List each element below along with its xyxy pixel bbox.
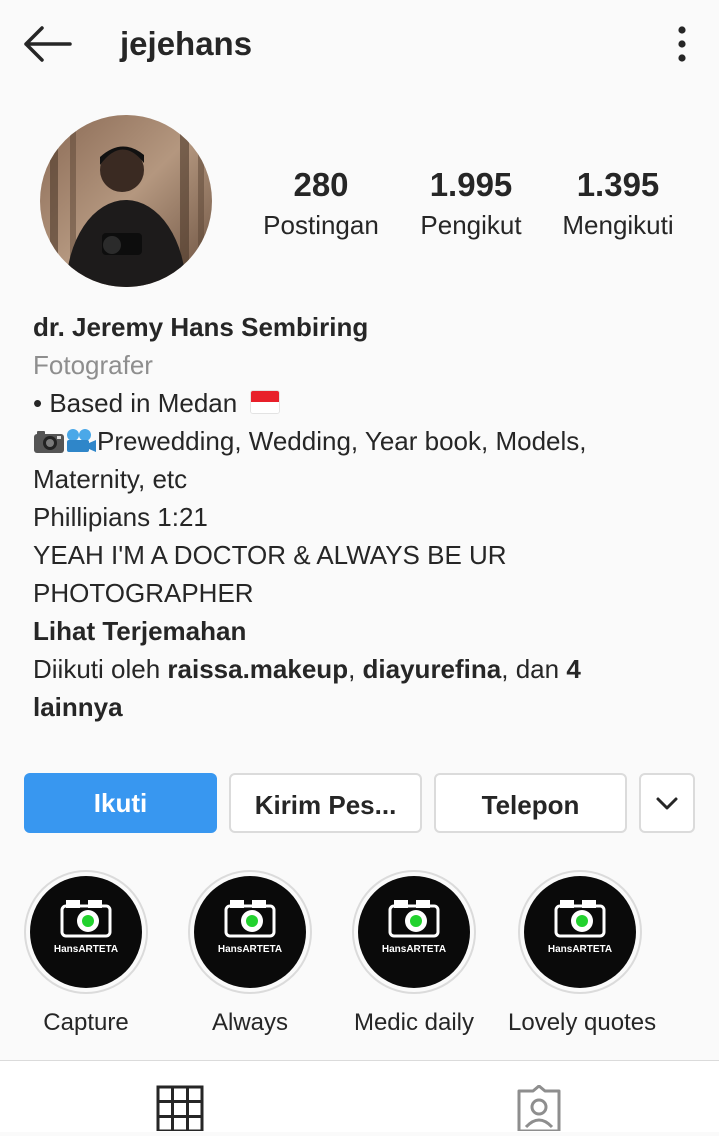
call-button[interactable]: Telepon [434,773,627,833]
mutual-others-word[interactable]: lainnya [33,688,683,726]
followed-by-line[interactable]: Diikuti oleh raissa.makeup, diayurefina,… [33,650,683,688]
chevron-down-icon [656,797,678,810]
bio-line-location: • Based in Medan [33,384,683,422]
stat-posts-count: 280 [293,166,349,203]
followed-by-sep: , [348,654,363,684]
category-label: Fotografer [33,350,153,380]
highlight-label: Lovely quotes [508,1009,657,1036]
profile-bio: dr. Jeremy Hans Sembiring Fotografer • B… [33,308,683,726]
stat-posts[interactable]: 280 Postingan [250,165,392,245]
follow-button[interactable]: Ikuti [24,773,217,833]
message-button[interactable]: Kirim Pes... [229,773,422,833]
suggested-dropdown-button[interactable] [639,773,695,833]
stat-followers[interactable]: 1.995 Pengikut [404,165,538,245]
profile-avatar[interactable] [40,115,212,287]
profile-tabs [0,1060,719,1133]
highlight-ring: HansARTETA [24,870,148,994]
highlight-capture[interactable]: HansARTETA Capture [16,870,156,1040]
profile-username: jejehans [120,25,253,62]
bio-line-tagline-cont: PHOTOGRAPHER [33,578,254,608]
mutual-follower-1[interactable]: raissa.makeup [167,654,348,684]
stat-following-count: 1.395 [576,166,660,203]
highlight-lovely-quotes[interactable]: HansARTETA Lovely quotes [508,870,657,1040]
highlight-ring: HansARTETA [518,870,642,994]
camera-emoji-icon [33,426,65,453]
highlight-label: Capture [43,1009,129,1036]
stat-following-label: Mengikuti [562,210,674,240]
followed-by-prefix: Diikuti oleh [33,654,168,684]
mutual-follower-2[interactable]: diayurefina [363,654,502,684]
highlight-logo-text: HansARTETA [382,944,446,955]
mutual-others-count[interactable]: 4 [566,654,580,684]
hans-arteta-logo-icon: HansARTETA [358,876,470,988]
tagged-icon[interactable] [515,1084,563,1136]
bio-line-tagline: YEAH I'M A DOCTOR & ALWAYS BE UR [33,540,507,570]
film-camera-emoji-icon [65,426,97,452]
full-name: dr. Jeremy Hans Sembiring [33,312,369,342]
see-translation-link[interactable]: Lihat Terjemahan [33,612,683,650]
bio-line-services-cont: Maternity, etc [33,464,188,494]
back-arrow-icon[interactable] [20,22,74,66]
bio-location-text: • Based in Medan [33,388,238,418]
highlight-logo-text: HansARTETA [548,944,612,955]
top-bar: jejehans [0,0,719,88]
highlight-label: Always [211,1009,289,1036]
highlight-medic-daily[interactable]: HansARTETA Medic daily [344,870,484,1040]
grid-icon[interactable] [156,1085,204,1136]
more-vertical-icon[interactable] [662,22,702,66]
highlight-logo-text: HansARTETA [218,944,282,955]
bio-line-services: Prewedding, Wedding, Year book, Models, [33,422,683,460]
followed-by-and: , dan [501,654,567,684]
hans-arteta-logo-icon: HansARTETA [30,876,142,988]
highlight-logo-text: HansARTETA [54,944,118,955]
stat-followers-label: Pengikut [420,210,522,240]
highlight-always[interactable]: HansARTETA Always [180,870,320,1040]
bio-line-verse: Phillipians 1:21 [33,502,208,532]
stat-followers-count: 1.995 [429,166,513,203]
highlight-ring: HansARTETA [352,870,476,994]
highlight-label: Medic daily [353,1009,475,1036]
hans-arteta-logo-icon: HansARTETA [524,876,636,988]
bio-services-text: Prewedding, Wedding, Year book, Models, [97,426,587,456]
indonesia-flag-icon [250,390,281,414]
hans-arteta-logo-icon: HansARTETA [194,876,306,988]
stat-posts-label: Postingan [263,210,379,240]
stat-following[interactable]: 1.395 Mengikuti [550,165,686,245]
highlight-ring: HansARTETA [188,870,312,994]
